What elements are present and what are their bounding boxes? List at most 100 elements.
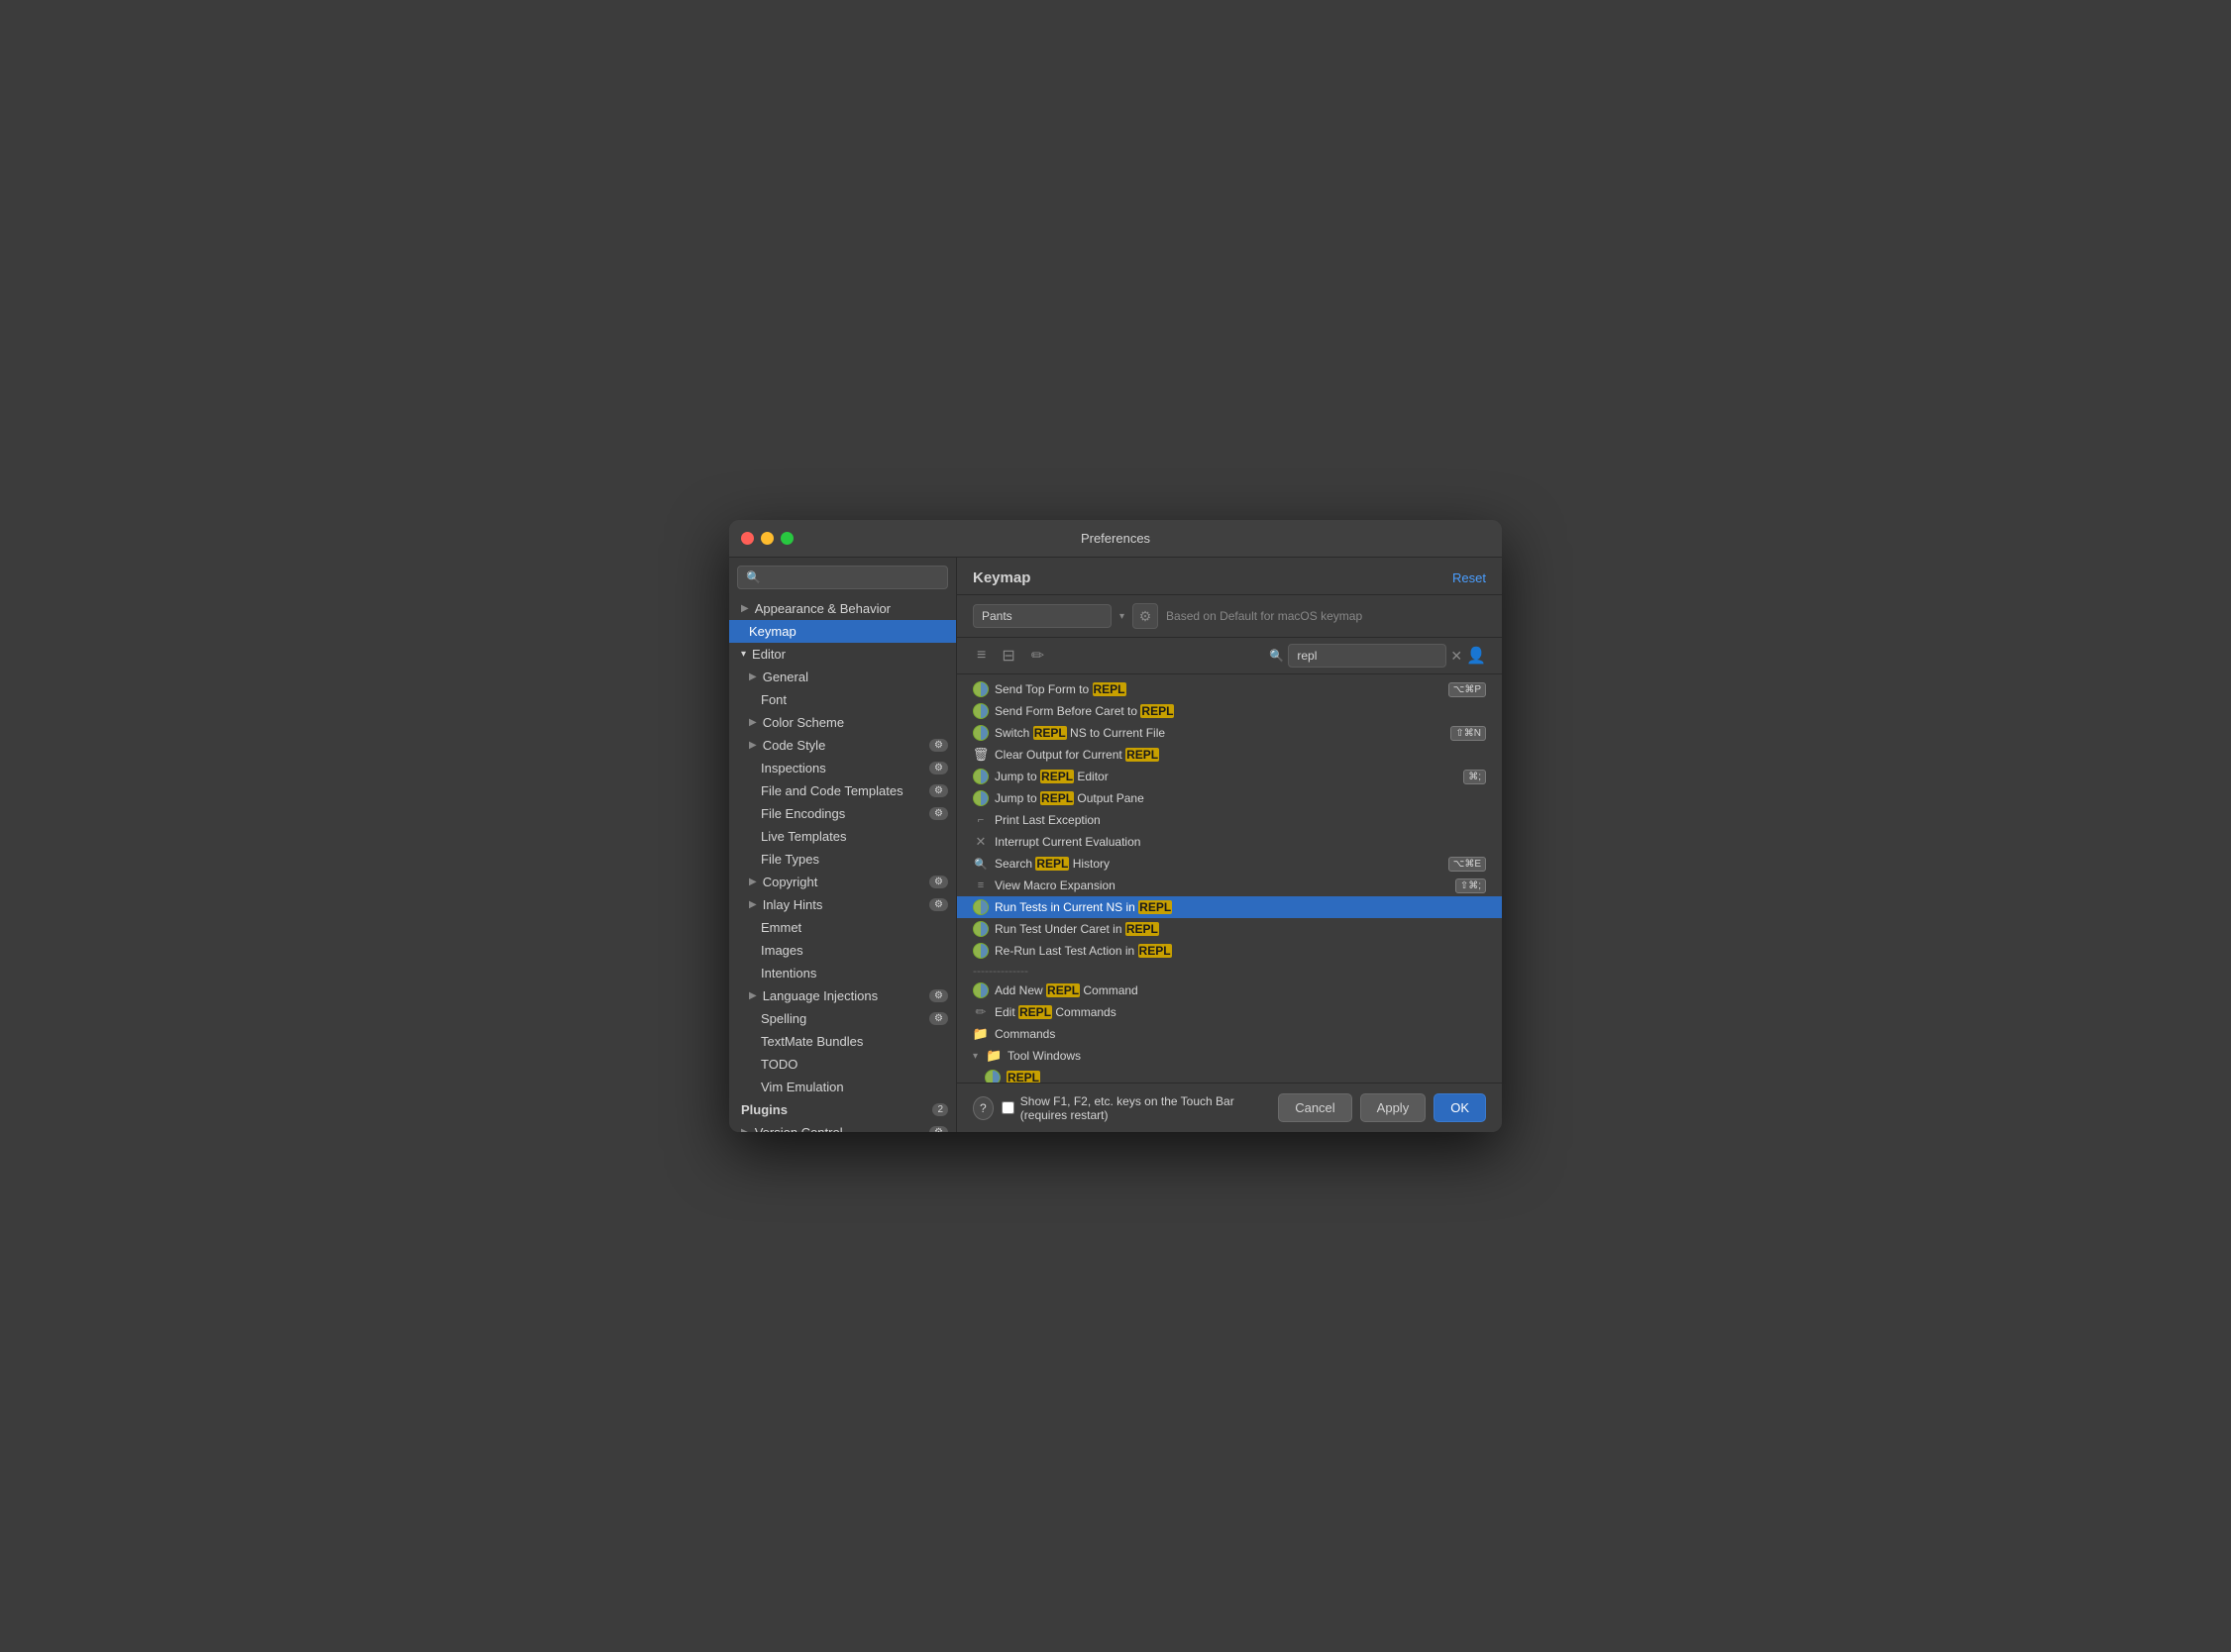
arrow-icon: ▶: [749, 990, 757, 1001]
bracket-icon: ⌐: [973, 812, 989, 828]
sidebar-item-copyright[interactable]: ▶ Copyright ⚙: [729, 871, 956, 893]
list-item-tool-windows[interactable]: ▾ 📁 Tool Windows: [957, 1045, 1502, 1067]
sidebar-search-input[interactable]: [737, 566, 948, 589]
reset-button[interactable]: Reset: [1452, 570, 1486, 585]
collapse-all-button[interactable]: ⊟: [998, 644, 1018, 668]
sidebar-item-keymap[interactable]: Keymap: [729, 620, 956, 643]
settings-badge: ⚙: [929, 876, 948, 888]
sidebar-item-font[interactable]: Font: [729, 688, 956, 711]
sidebar-item-emmet[interactable]: Emmet: [729, 916, 956, 939]
sidebar-label: Inlay Hints: [763, 897, 823, 912]
list-item[interactable]: Jump to REPL Output Pane: [957, 787, 1502, 809]
help-button[interactable]: ?: [973, 1096, 994, 1120]
list-item[interactable]: Send Top Form to REPL ⌥⌘P: [957, 678, 1502, 700]
sidebar-item-todo[interactable]: TODO: [729, 1053, 956, 1076]
list-item[interactable]: Run Test Under Caret in REPL: [957, 918, 1502, 940]
list-item[interactable]: Jump to REPL Editor ⌘;: [957, 766, 1502, 787]
list-item[interactable]: Add New REPL Command: [957, 980, 1502, 1001]
settings-badge: ⚙: [929, 1012, 948, 1025]
list-item[interactable]: Re-Run Last Test Action in REPL: [957, 940, 1502, 962]
keymap-selector-row: Pants ▾ ⚙ Based on Default for macOS key…: [957, 595, 1502, 638]
minimize-button[interactable]: [761, 532, 774, 545]
maximize-button[interactable]: [781, 532, 794, 545]
highlight: REPL: [1046, 983, 1080, 997]
key: ⌘;: [1463, 770, 1486, 784]
separator: --------------: [957, 962, 1502, 980]
list-item[interactable]: 📁 Commands: [957, 1023, 1502, 1045]
trash-icon: 🗑: [973, 747, 989, 763]
list-item[interactable]: REPL: [957, 1067, 1502, 1083]
item-text: Commands: [995, 1027, 1486, 1041]
list-item[interactable]: 🗑 Clear Output for Current REPL: [957, 744, 1502, 766]
traffic-lights: [741, 532, 794, 545]
highlight: REPL: [1138, 944, 1172, 958]
sidebar-item-vim-emulation[interactable]: Vim Emulation: [729, 1076, 956, 1098]
sidebar-item-appearance[interactable]: ▶ Appearance & Behavior: [729, 597, 956, 620]
list-item[interactable]: ✕ Interrupt Current Evaluation: [957, 831, 1502, 853]
close-button[interactable]: [741, 532, 754, 545]
clojure-icon: [973, 681, 989, 697]
key: ⌥⌘E: [1448, 857, 1486, 872]
arrow-icon: ▶: [749, 740, 757, 751]
sidebar-item-code-style[interactable]: ▶ Code Style ⚙: [729, 734, 956, 757]
ok-button[interactable]: OK: [1434, 1093, 1486, 1122]
sidebar-item-version-control[interactable]: ▶ Version Control ⚙: [729, 1121, 956, 1132]
sidebar-item-file-types[interactable]: File Types: [729, 848, 956, 871]
expand-all-button[interactable]: ≡: [973, 645, 990, 667]
sidebar-item-general[interactable]: ▶ General: [729, 666, 956, 688]
sidebar-item-plugins[interactable]: Plugins 2: [729, 1098, 956, 1121]
highlight: REPL: [1018, 1005, 1052, 1019]
keymap-search-input[interactable]: [1288, 644, 1446, 668]
keymap-hint: Based on Default for macOS keymap: [1166, 609, 1362, 623]
clear-search-button[interactable]: ✕: [1450, 648, 1462, 665]
item-text: Jump to REPL Editor: [995, 770, 1457, 783]
sidebar-item-inlay-hints[interactable]: ▶ Inlay Hints ⚙: [729, 893, 956, 916]
sidebar-label: Vim Emulation: [761, 1080, 844, 1094]
list-item[interactable]: Send Form Before Caret to REPL: [957, 700, 1502, 722]
shortcut: ⌘;: [1463, 770, 1486, 784]
sidebar-item-intentions[interactable]: Intentions: [729, 962, 956, 984]
search-right: 🔍 ✕ 👤: [1269, 644, 1486, 668]
sidebar-item-language-injections[interactable]: ▶ Language Injections ⚙: [729, 984, 956, 1007]
key: ⇧⌘N: [1450, 726, 1486, 741]
item-text: Tool Windows: [1008, 1049, 1486, 1063]
sidebar-item-spelling[interactable]: Spelling ⚙: [729, 1007, 956, 1030]
cancel-button[interactable]: Cancel: [1278, 1093, 1351, 1122]
clojure-icon: [973, 769, 989, 784]
shortcut: ⇧⌘;: [1455, 878, 1486, 893]
sidebar-item-file-code-templates[interactable]: File and Code Templates ⚙: [729, 779, 956, 802]
window-title: Preferences: [1081, 531, 1150, 546]
keymap-gear-button[interactable]: ⚙: [1132, 603, 1158, 629]
item-text: Switch REPL NS to Current File: [995, 726, 1444, 740]
list-item[interactable]: ⌐ Print Last Exception: [957, 809, 1502, 831]
sidebar-label: General: [763, 670, 808, 684]
content-area: ▶ Appearance & Behavior Keymap ▾ Editor …: [729, 558, 1502, 1132]
list-item-selected[interactable]: Run Tests in Current NS in REPL: [957, 896, 1502, 918]
key: ⇧⌘;: [1455, 878, 1486, 893]
item-text: Interrupt Current Evaluation: [995, 835, 1486, 849]
main-panel: Keymap Reset Pants ▾ ⚙ Based on Default …: [957, 558, 1502, 1132]
search-icon: 🔍: [1269, 649, 1284, 663]
footer-left: ? Show F1, F2, etc. keys on the Touch Ba…: [973, 1094, 1278, 1122]
sidebar-item-editor[interactable]: ▾ Editor: [729, 643, 956, 666]
shortcut: ⌥⌘P: [1448, 682, 1486, 697]
highlight: REPL: [1040, 791, 1074, 805]
apply-button[interactable]: Apply: [1360, 1093, 1427, 1122]
sidebar-item-textmate[interactable]: TextMate Bundles: [729, 1030, 956, 1053]
keymap-select[interactable]: Pants: [973, 604, 1112, 628]
shortcuts-person-button[interactable]: 👤: [1466, 646, 1486, 666]
list-item[interactable]: 🔍 Search REPL History ⌥⌘E: [957, 853, 1502, 875]
sidebar-item-file-encodings[interactable]: File Encodings ⚙: [729, 802, 956, 825]
sidebar-label: Live Templates: [761, 829, 846, 844]
sidebar-item-color-scheme[interactable]: ▶ Color Scheme: [729, 711, 956, 734]
touch-bar-checkbox[interactable]: [1002, 1101, 1014, 1114]
sidebar-item-images[interactable]: Images: [729, 939, 956, 962]
list-item[interactable]: ✏ Edit REPL Commands: [957, 1001, 1502, 1023]
list-item[interactable]: Switch REPL NS to Current File ⇧⌘N: [957, 722, 1502, 744]
item-text: Re-Run Last Test Action in REPL: [995, 944, 1486, 958]
main-header: Keymap Reset: [957, 558, 1502, 595]
edit-shortcut-button[interactable]: ✏: [1027, 644, 1048, 668]
sidebar-item-live-templates[interactable]: Live Templates: [729, 825, 956, 848]
sidebar-item-inspections[interactable]: Inspections ⚙: [729, 757, 956, 779]
list-item[interactable]: ≡ View Macro Expansion ⇧⌘;: [957, 875, 1502, 896]
